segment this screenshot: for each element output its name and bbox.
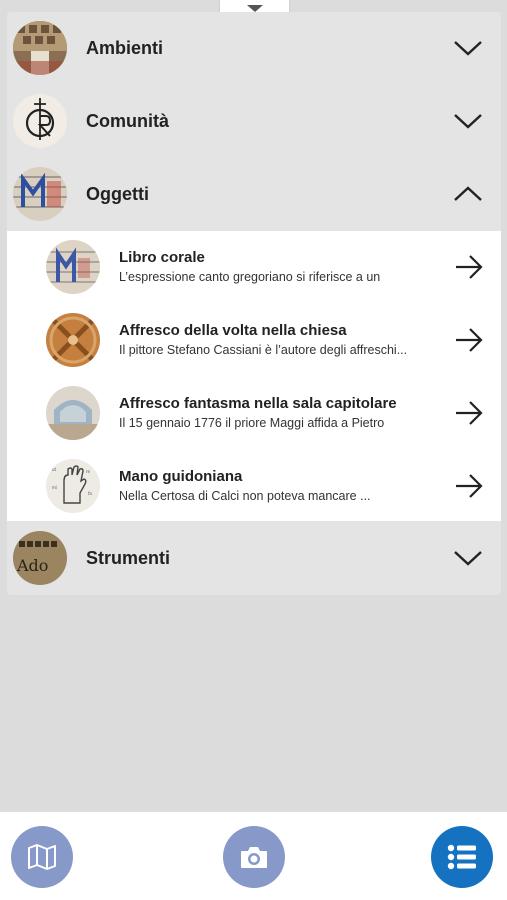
item-thumbnail	[46, 313, 100, 367]
item-title: Affresco della volta nella chiesa	[119, 322, 347, 339]
item-title: Mano guidoniana	[119, 468, 243, 485]
list-button[interactable]	[431, 826, 493, 888]
arrow-right-icon[interactable]	[454, 253, 484, 281]
chevron-down-icon[interactable]	[453, 111, 483, 131]
item-thumbnail: ut re mi fa	[46, 459, 100, 513]
arrow-right-icon[interactable]	[454, 326, 484, 354]
svg-text:ut: ut	[52, 467, 57, 472]
strumenti-thumbnail: Ado	[13, 531, 67, 585]
item-description: L’espressione canto gregoriano si riferi…	[119, 270, 381, 284]
item-description: Il 15 gennaio 1776 il priore Maggi affid…	[119, 416, 385, 430]
oggetti-list: Libro corale L’espressione canto gregori…	[7, 231, 501, 521]
svg-text:fa: fa	[88, 491, 92, 496]
map-button[interactable]	[11, 826, 73, 888]
bottom-navigation	[0, 812, 507, 900]
chevron-down-icon[interactable]	[453, 38, 483, 58]
list-icon	[447, 844, 477, 870]
ambienti-thumbnail	[13, 21, 67, 75]
category-label: Comunità	[86, 111, 169, 131]
category-label: Ambienti	[86, 38, 164, 58]
category-ambienti[interactable]: Ambienti	[7, 12, 501, 84]
svg-text:re: re	[86, 469, 91, 474]
item-title: Affresco fantasma nella sala capitolare	[119, 395, 397, 412]
arrow-right-icon[interactable]	[454, 472, 484, 500]
svg-text:Ado: Ado	[16, 556, 48, 575]
item-thumbnail	[46, 240, 100, 294]
list-item[interactable]: Affresco della volta nella chiesa Il pit…	[7, 304, 501, 376]
camera-button[interactable]	[223, 826, 285, 888]
item-description: Nella Certosa di Calci non poteva mancar…	[119, 489, 371, 503]
category-label: Strumenti	[86, 548, 171, 568]
category-label: Oggetti	[86, 184, 149, 204]
map-icon	[27, 843, 57, 871]
caret-down-icon	[246, 5, 263, 12]
svg-text:mi: mi	[52, 485, 57, 490]
arrow-right-icon[interactable]	[454, 399, 484, 427]
chevron-up-icon[interactable]	[453, 184, 483, 204]
list-item[interactable]: ut re mi fa Mano guidoniana Nella Certosa d…	[7, 450, 501, 522]
chevron-down-icon[interactable]	[453, 548, 483, 568]
oggetti-thumbnail	[13, 167, 67, 221]
list-item[interactable]: Libro corale L’espressione canto gregori…	[7, 231, 501, 303]
item-thumbnail	[46, 386, 100, 440]
comunita-thumbnail	[13, 94, 67, 148]
category-comunita[interactable]: Comunità	[7, 85, 501, 157]
category-oggetti[interactable]: Oggetti	[7, 158, 501, 230]
screen: Ambienti Comunità Oggetti Libro corale L…	[0, 0, 507, 900]
category-strumenti[interactable]: Ado Strumenti	[7, 522, 501, 594]
list-item[interactable]: Affresco fantasma nella sala capitolare …	[7, 377, 501, 449]
item-title: Libro corale	[119, 249, 205, 266]
camera-icon	[239, 844, 269, 870]
item-description: Il pittore Stefano Cassiani è l’autore d…	[119, 343, 408, 357]
